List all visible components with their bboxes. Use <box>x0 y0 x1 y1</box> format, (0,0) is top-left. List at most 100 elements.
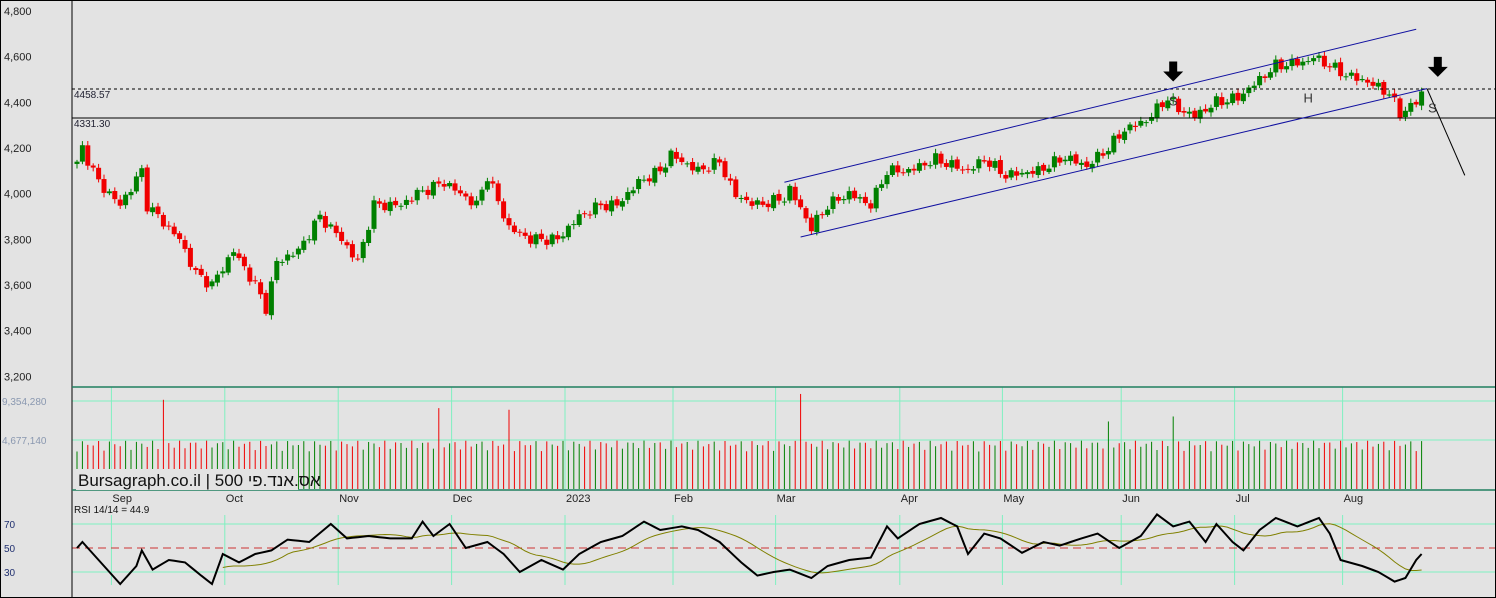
candle-body <box>852 190 858 199</box>
candle-body <box>1402 110 1408 118</box>
rsi-line <box>76 513 1423 586</box>
candle-body <box>1381 82 1387 95</box>
candle-body <box>571 224 577 226</box>
candle-body <box>657 166 663 172</box>
candle-body <box>1116 134 1122 139</box>
candle-body <box>1305 61 1311 63</box>
candle-body <box>187 247 193 267</box>
candle-body <box>501 201 507 219</box>
candle-body <box>344 242 350 246</box>
candle-body <box>1057 157 1063 163</box>
candle-body <box>630 190 636 194</box>
candle-body <box>771 195 777 209</box>
candle-body <box>598 203 604 206</box>
candle-body <box>123 194 129 206</box>
candle-body <box>949 160 955 168</box>
candle-body <box>1359 79 1365 81</box>
candle-body <box>625 192 631 200</box>
candle-body <box>333 225 339 234</box>
candle-body <box>1230 93 1236 104</box>
candle-body <box>727 178 733 181</box>
candle-body <box>738 197 744 199</box>
candle-body <box>1122 131 1128 141</box>
candle-body <box>1030 170 1036 174</box>
candle-body <box>1284 66 1290 70</box>
candle-body <box>663 167 669 173</box>
candle-body <box>862 196 868 204</box>
candle-body <box>814 214 820 232</box>
rsi-tick: 50 <box>4 544 16 555</box>
candle-body <box>636 179 642 190</box>
candle-body <box>490 181 496 184</box>
candle-body <box>565 225 571 238</box>
candle-body <box>1003 174 1009 179</box>
candle-body <box>306 239 312 241</box>
candle-body <box>166 225 172 227</box>
candle-body <box>933 153 939 165</box>
candle-body <box>673 151 679 159</box>
price-tick: 4,600 <box>4 52 32 64</box>
candle-body <box>112 190 118 200</box>
candle-body <box>360 241 366 259</box>
candle-body <box>425 189 431 195</box>
volume-tick: 4,677,140 <box>2 436 47 447</box>
candle-body <box>555 235 561 240</box>
candle-body <box>79 145 85 162</box>
candle-body <box>798 199 804 208</box>
candle-body <box>171 226 177 235</box>
candle-body <box>1386 94 1392 96</box>
candle-body <box>96 167 102 180</box>
candle-body <box>1100 153 1106 156</box>
candle-body <box>787 185 793 201</box>
candle-body <box>916 163 922 171</box>
candle-body <box>1354 73 1360 81</box>
candle-body <box>652 167 658 183</box>
candle-body <box>484 181 490 190</box>
candle-body <box>1014 171 1020 176</box>
candle-body <box>436 181 442 184</box>
candle-body <box>711 158 717 170</box>
candle-body <box>511 225 517 233</box>
candle-body <box>252 280 258 282</box>
candle-body <box>825 209 831 215</box>
candle-body <box>1219 97 1225 106</box>
candle-body <box>193 267 199 271</box>
price-tick: 3,800 <box>4 234 32 246</box>
candle-body <box>328 224 334 227</box>
candle-body <box>938 153 944 164</box>
candle-body <box>1235 92 1241 101</box>
price-tick: 3,200 <box>4 371 32 383</box>
candle-body <box>1105 151 1111 155</box>
candle-body <box>139 168 145 178</box>
candle-body <box>322 216 328 228</box>
candle-body <box>144 167 150 212</box>
candle-body <box>258 282 264 295</box>
pattern-label: S <box>1428 101 1437 116</box>
candle-body <box>382 202 388 211</box>
candle-body <box>317 214 323 220</box>
candle-body <box>997 160 1003 174</box>
candle-body <box>706 170 712 172</box>
candle-body <box>1262 76 1268 79</box>
volume-tick: 9,354,280 <box>2 397 47 408</box>
candle-body <box>544 239 550 245</box>
price-level-label: 4331.30 <box>74 119 111 130</box>
stock-chart: 4,800 4,600 4,400 4,200 4,000 3,800 3,600 3,400… <box>0 0 1496 598</box>
axes: 4,800 4,600 4,400 4,200 4,000 3,800 3,600 3,400… <box>0 0 1496 598</box>
candle-body <box>1332 62 1338 68</box>
candle-body <box>204 276 210 288</box>
candle-body <box>479 189 485 201</box>
candle-body <box>690 161 696 171</box>
pattern-label: S <box>1169 94 1178 109</box>
candle-body <box>1154 103 1160 119</box>
candle-body <box>1294 58 1300 66</box>
candle-body <box>733 179 739 198</box>
month-label: Jun <box>1122 493 1140 505</box>
candle-body <box>106 191 112 194</box>
candle-body <box>403 199 409 205</box>
candle-body <box>765 203 771 208</box>
candle-body <box>1138 120 1144 126</box>
candle-body <box>198 268 204 275</box>
candle-body <box>700 165 706 170</box>
candle-body <box>1024 172 1030 175</box>
